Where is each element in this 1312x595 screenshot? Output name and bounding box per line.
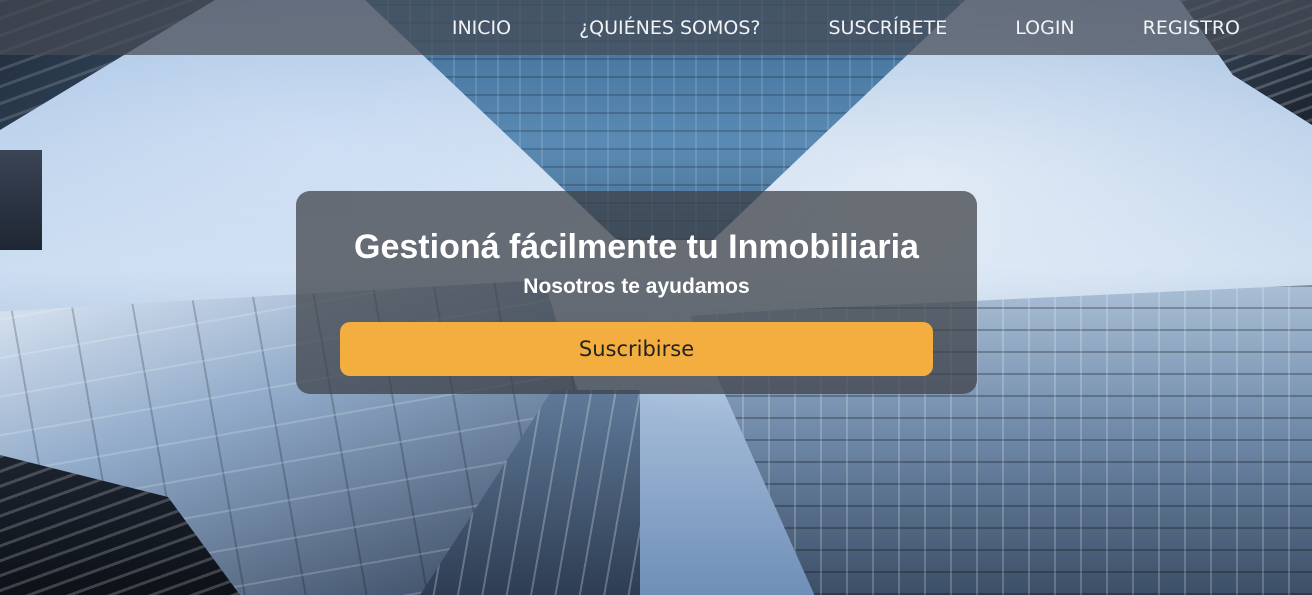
hero-title: Gestioná fácilmente tu Inmobiliaria: [354, 228, 919, 266]
nav-link-registro[interactable]: REGISTRO: [1143, 17, 1240, 39]
hero-section: INICIO ¿QUIÉNES SOMOS? SUSCRÍBETE LOGIN …: [0, 0, 1312, 595]
subscribe-button[interactable]: Suscribirse: [340, 322, 933, 376]
building-left-side-image: [0, 150, 42, 250]
nav-link-suscribete[interactable]: SUSCRÍBETE: [828, 17, 947, 39]
nav-link-inicio[interactable]: INICIO: [452, 17, 511, 39]
navbar: INICIO ¿QUIÉNES SOMOS? SUSCRÍBETE LOGIN …: [0, 0, 1312, 55]
nav-link-login[interactable]: LOGIN: [1015, 17, 1074, 39]
hero-card: Gestioná fácilmente tu Inmobiliaria Noso…: [296, 191, 977, 394]
nav-links: INICIO ¿QUIÉNES SOMOS? SUSCRÍBETE LOGIN …: [452, 17, 1240, 39]
nav-link-quienes-somos[interactable]: ¿QUIÉNES SOMOS?: [579, 17, 760, 39]
hero-subtitle: Nosotros te ayudamos: [523, 275, 750, 298]
